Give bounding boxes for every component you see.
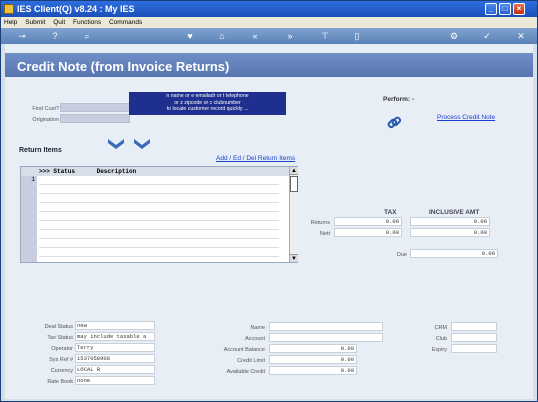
window-title: IES Client(Q) v8.24 : My IES [17, 4, 135, 14]
table-row[interactable] [39, 248, 279, 257]
home-icon[interactable]: ⌂ [216, 30, 228, 42]
nett-incl-field: 0.00 [410, 228, 490, 237]
club-label: Club [435, 336, 447, 342]
hint-line: to locate customer record quickly ... [166, 106, 249, 112]
expiry-label: Expiry [431, 347, 447, 353]
crm-field [451, 322, 497, 331]
forward-icon[interactable]: » [284, 30, 296, 42]
credit-limit-label: Credit Limit [237, 358, 265, 364]
menu-help[interactable]: Help [1, 17, 20, 28]
scroll-up-icon[interactable]: ▲ [290, 167, 298, 175]
search-icon[interactable]: ⌕ [81, 30, 93, 42]
close-button[interactable]: × [513, 3, 525, 15]
find-cust-input[interactable] [60, 103, 130, 112]
chevron-down-icon[interactable] [133, 138, 151, 150]
heart-icon[interactable]: ♥ [184, 30, 196, 42]
returns-incl-field: 0.00 [410, 217, 490, 226]
nett-tax-field: 0.00 [334, 228, 402, 237]
page-title: Credit Note (from Invoice Returns) [17, 59, 230, 74]
grid-scrollbar[interactable]: ▲ ▼ [289, 167, 298, 262]
row-number: 1 [31, 176, 35, 183]
perform-label: Perform: - [383, 96, 415, 103]
menu-functions[interactable]: Functions [70, 17, 104, 28]
origination-label: Origination [32, 117, 59, 123]
app-icon [4, 4, 14, 14]
settings-icon[interactable]: ⚙ [448, 30, 460, 42]
account-field [269, 333, 383, 342]
find-cust-label: Find Cust? [32, 106, 59, 112]
credit-limit-field: 0.00 [269, 355, 357, 364]
table-row[interactable] [39, 185, 279, 194]
rate-book-label: Rate Book [47, 379, 73, 385]
row-number-column: 1 [21, 176, 37, 262]
return-items-grid[interactable]: >>> Status Description 1 ▲ ▼ [20, 166, 298, 263]
tax-status-field[interactable]: may include taxable a [75, 332, 155, 341]
table-row[interactable] [39, 194, 279, 203]
maximize-button[interactable]: □ [499, 3, 511, 15]
available-credit-field: 0.00 [269, 366, 357, 375]
origination-field[interactable] [60, 114, 130, 123]
key-icon[interactable]: ⊸ [11, 30, 33, 42]
minimize-button[interactable]: _ [485, 3, 497, 15]
inclusive-amt-header: INCLUSIVE AMT [429, 209, 480, 216]
table-row[interactable] [39, 230, 279, 239]
name-field [269, 322, 383, 331]
tax-header: TAX [384, 209, 397, 216]
edit-return-items-link[interactable]: Add / Ed / Del Return Items [216, 155, 295, 162]
operator-field: Terry [75, 343, 155, 352]
table-row[interactable] [39, 212, 279, 221]
nett-label: Nett [319, 231, 330, 237]
available-credit-label: Available Credit [226, 369, 265, 375]
table-row[interactable] [39, 221, 279, 230]
club-field [451, 333, 497, 342]
process-credit-note-link[interactable]: Process Credit Note [437, 114, 495, 121]
help-icon[interactable]: ? [49, 30, 61, 42]
sys-ref-field: 1537058908 [75, 354, 155, 363]
menu-submit[interactable]: Submit [22, 17, 48, 28]
scroll-thumb[interactable] [290, 176, 298, 192]
name-label: Name [250, 325, 265, 331]
return-items-title: Return Items [19, 147, 62, 154]
link-icon[interactable] [386, 115, 402, 131]
main-window: IES Client(Q) v8.24 : My IES _ □ × Help … [0, 0, 538, 402]
bookmark-icon[interactable]: ⊤ [319, 30, 331, 42]
operator-label: Operator [51, 346, 73, 352]
check-icon[interactable]: ✓ [481, 30, 493, 42]
content-area: Credit Note (from Invoice Returns) Find … [5, 44, 533, 399]
cancel-icon[interactable]: ✕ [515, 30, 527, 42]
account-balance-field: 0.00 [269, 344, 357, 353]
expiry-field [451, 344, 497, 353]
scroll-down-icon[interactable]: ▼ [290, 254, 298, 262]
back-icon[interactable]: « [249, 30, 261, 42]
table-row[interactable] [39, 176, 279, 185]
due-field: 0.00 [410, 249, 498, 258]
account-balance-label: Account Balance [223, 347, 265, 353]
toolbar: ⊸ ? ⌕ ♥ ⌂ « » ⊤ ▯ ⚙ ✓ ✕ [1, 28, 537, 44]
page-icon[interactable]: ▯ [351, 30, 363, 42]
account-label: Account [245, 336, 265, 342]
crm-label: CRM [434, 325, 447, 331]
grid-header: >>> Status Description [21, 167, 297, 176]
menu-bar: Help Submit Quit Functions Commands [1, 17, 537, 28]
returns-tax-field: 0.00 [334, 217, 402, 226]
chevron-down-icon[interactable] [107, 138, 125, 150]
tax-status-label: Tax Status [47, 335, 73, 341]
returns-label: Returns [310, 220, 330, 226]
menu-quit[interactable]: Quit [50, 17, 68, 28]
menu-commands[interactable]: Commands [106, 17, 145, 28]
search-hint-tooltip: n name or e emailadr or t telephone or z… [129, 92, 286, 115]
due-label: Due [396, 252, 407, 258]
sys-ref-label: Sys Ref # [49, 357, 73, 363]
table-row[interactable] [39, 203, 279, 212]
currency-field[interactable]: LOCAL R [75, 365, 155, 374]
deal-status-label: Deal Status [44, 324, 73, 330]
currency-label: Currency [50, 368, 73, 374]
table-row[interactable] [39, 239, 279, 248]
deal-status-field: new [75, 321, 155, 330]
rate-book-field[interactable]: none [75, 376, 155, 385]
title-bar: IES Client(Q) v8.24 : My IES _ □ × [1, 1, 537, 17]
